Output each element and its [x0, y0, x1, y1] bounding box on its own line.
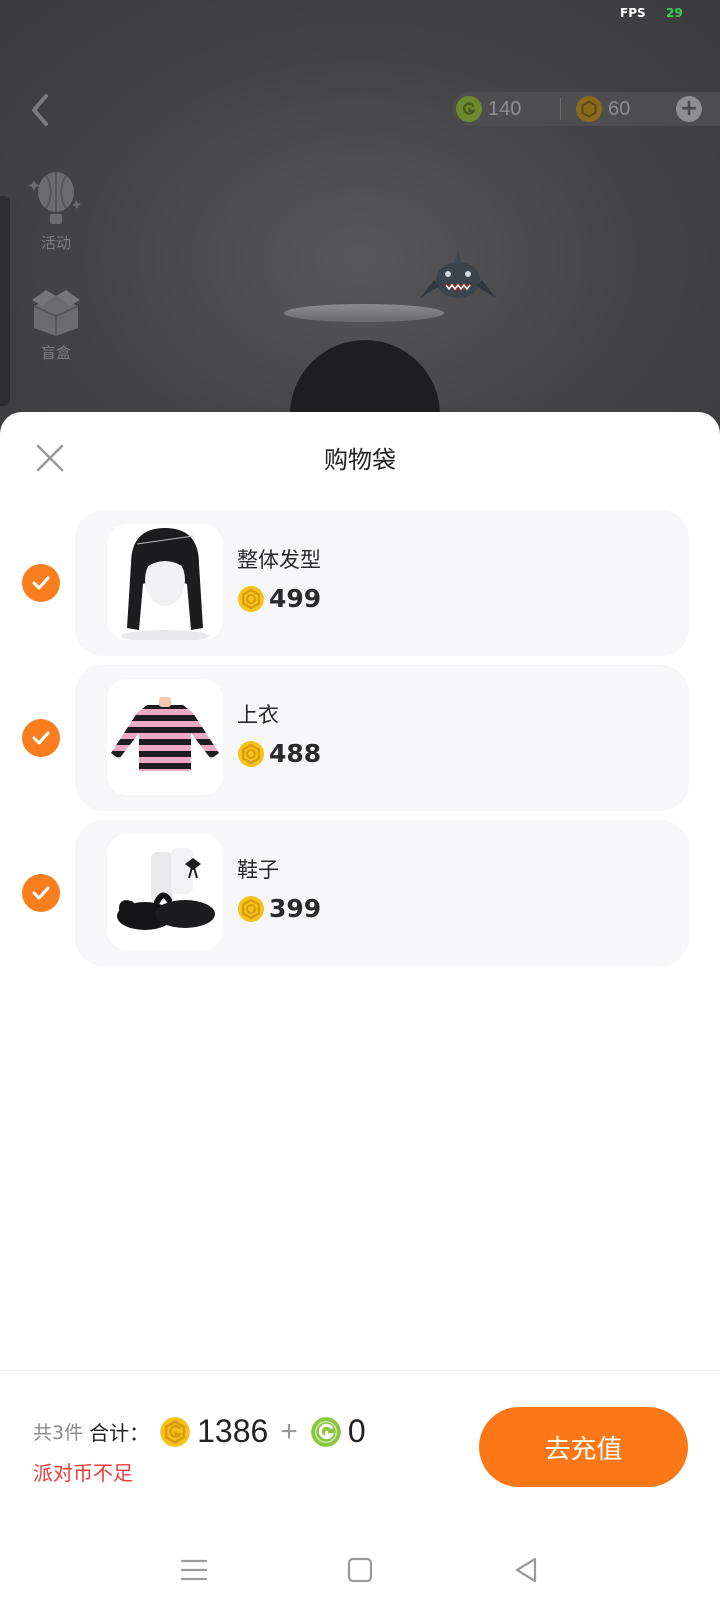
cart-item: 上衣 488: [0, 665, 720, 811]
item-price-value: 499: [269, 584, 322, 613]
game-scene-background: FPS 29 140 60 + 活动 盲盒: [0, 0, 720, 430]
currency-bar: 140 60 +: [452, 92, 720, 126]
menu-icon[interactable]: [172, 1548, 216, 1592]
party-coin-icon: [238, 895, 264, 922]
g-coin-amount: 140: [488, 97, 522, 120]
recharge-button[interactable]: 去充值: [479, 1407, 688, 1487]
g-coin-total: 0: [347, 1413, 366, 1449]
item-checkbox-checked[interactable]: [22, 564, 60, 602]
blind-box-icon: [32, 290, 80, 336]
party-coin-icon: [576, 96, 602, 122]
back-arrow-icon[interactable]: [24, 90, 58, 130]
item-count: 共3件: [33, 1422, 84, 1444]
item-name: 整体发型: [237, 548, 321, 572]
fps-value: 29: [666, 6, 683, 20]
sheet-title: 购物袋: [324, 446, 396, 474]
home-square-icon[interactable]: [338, 1548, 382, 1592]
item-card[interactable]: 整体发型 499: [75, 510, 689, 656]
g-coin-icon: [456, 96, 482, 122]
side-drawer-handle[interactable]: [0, 196, 10, 406]
total-summary: 共3件 合计： 1386 + 0: [33, 1413, 366, 1450]
item-price: 399: [237, 894, 321, 923]
checkmark-icon: [32, 731, 50, 745]
fps-label: FPS: [620, 6, 646, 20]
party-coin-amount: 60: [608, 97, 631, 120]
item-checkbox-checked[interactable]: [22, 719, 60, 757]
back-triangle-icon[interactable]: [504, 1548, 548, 1592]
item-name: 鞋子: [237, 858, 279, 882]
shoes-thumbnail: [107, 834, 223, 950]
striped-top-thumbnail: [107, 679, 223, 795]
checkmark-icon: [32, 576, 50, 590]
party-coin-icon: [160, 1416, 190, 1447]
item-card[interactable]: 上衣 488: [75, 665, 689, 811]
party-coin-balance: 60: [576, 92, 630, 126]
shark-pet-figure: [420, 250, 500, 314]
cart-item: 鞋子 399: [0, 820, 720, 966]
item-price: 499: [237, 584, 321, 613]
plus-sign: +: [280, 1414, 298, 1448]
item-name: 上衣: [237, 703, 279, 727]
total-label: 合计：: [89, 1421, 150, 1445]
blind-box-label: 盲盒: [40, 344, 71, 362]
checkmark-icon: [32, 886, 50, 900]
g-coin-icon: [310, 1416, 341, 1447]
item-card[interactable]: 鞋子 399: [75, 820, 689, 966]
g-coin-balance: 140: [456, 92, 521, 126]
hot-air-balloon-icon: [28, 172, 81, 224]
system-navigation-bar: [0, 1540, 720, 1600]
insufficient-balance-warning: 派对币不足: [33, 1461, 133, 1485]
item-price-value: 399: [269, 894, 322, 923]
cart-item: 整体发型 499: [0, 510, 720, 656]
item-price: 488: [237, 739, 321, 768]
add-currency-button[interactable]: +: [676, 96, 702, 122]
activity-label: 活动: [40, 234, 71, 252]
party-coin-icon: [238, 740, 264, 767]
blind-box-button[interactable]: 盲盒: [24, 286, 88, 363]
hair-thumbnail: [107, 524, 223, 640]
item-checkbox-checked[interactable]: [22, 874, 60, 912]
party-coin-total: 1386: [197, 1413, 269, 1449]
display-podium: [284, 304, 444, 322]
currency-divider: [560, 98, 561, 120]
party-coin-icon: [238, 585, 264, 612]
activity-button[interactable]: 活动: [24, 170, 88, 253]
item-price-value: 488: [269, 739, 322, 768]
